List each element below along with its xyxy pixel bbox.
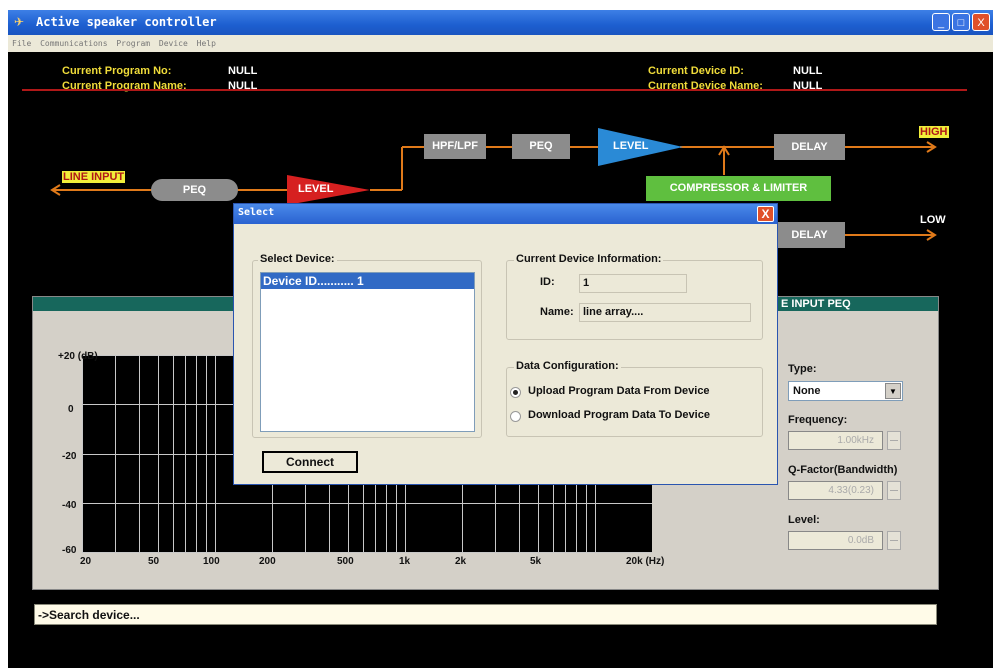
name-field: line array....	[579, 303, 751, 322]
x-label-100: 100	[203, 556, 220, 567]
download-option-label[interactable]: Download Program Data To Device	[528, 409, 710, 421]
type-select-value: None	[793, 385, 821, 397]
connect-button[interactable]: Connect	[262, 451, 358, 473]
type-label: Type:	[788, 363, 817, 375]
name-label: Name:	[540, 306, 574, 318]
q-factor-label: Q-Factor(Bandwidth)	[788, 464, 898, 476]
line-input-label: LINE INPUT	[62, 171, 126, 183]
upload-option-label[interactable]: Upload Program Data From Device	[528, 385, 710, 397]
q-factor-spinner[interactable]	[887, 481, 901, 500]
level-spinner[interactable]	[887, 531, 901, 550]
status-bar: ->Search device...	[34, 604, 937, 625]
y-label-minus40: -40	[62, 500, 77, 511]
level-input-block[interactable]: LEVEL	[298, 183, 333, 195]
peq-high-block[interactable]: PEQ	[512, 134, 570, 159]
upload-radio[interactable]	[510, 387, 521, 398]
delay-low-block[interactable]: DELAY	[774, 222, 845, 248]
q-factor-field[interactable]: 4.33(0.23)	[788, 481, 883, 500]
dialog-titlebar[interactable]: Select	[234, 204, 777, 224]
y-label-plus20: +20 (dB)	[58, 351, 98, 362]
y-label-0: 0	[68, 404, 74, 415]
level-field[interactable]: 0.0dB	[788, 531, 883, 550]
close-icon[interactable]: X	[757, 206, 774, 222]
dialog-title: Select	[238, 207, 275, 218]
peq-input-block[interactable]: PEQ	[151, 179, 238, 201]
frequency-field[interactable]: 1.00kHz	[788, 431, 883, 450]
select-device-label: Select Device:	[258, 253, 337, 265]
device-info-label: Current Device Information:	[514, 253, 664, 265]
chevron-down-icon[interactable]: ▼	[885, 383, 901, 399]
data-config-label: Data Configuration:	[514, 360, 621, 372]
select-dialog: Select X Select Device: Device ID.......…	[233, 203, 778, 485]
x-label-200: 200	[259, 556, 276, 567]
device-info-group	[506, 260, 763, 340]
list-item[interactable]: Device ID........... 1	[261, 273, 474, 289]
level-high-block[interactable]: LEVEL	[613, 140, 648, 152]
compressor-limiter-block[interactable]: COMPRESSOR & LIMITER	[646, 176, 831, 201]
x-label-1k: 1k	[399, 556, 411, 567]
download-radio[interactable]	[510, 411, 521, 422]
y-label-minus60: -60	[62, 545, 77, 556]
x-label-2k: 2k	[455, 556, 467, 567]
x-label-500: 500	[337, 556, 354, 567]
frequency-label: Frequency:	[788, 414, 848, 426]
frequency-spinner[interactable]	[887, 431, 901, 450]
x-label-5k: 5k	[530, 556, 542, 567]
peq-panel-title: E INPUT PEQ	[781, 298, 851, 310]
high-output-label: HIGH	[919, 126, 949, 138]
device-list[interactable]: Device ID........... 1	[260, 272, 475, 432]
id-field: 1	[579, 274, 687, 293]
x-label-20: 20	[80, 556, 92, 567]
hpf-lpf-block[interactable]: HPF/LPF	[424, 134, 486, 159]
type-select[interactable]: None ▼	[788, 381, 903, 401]
level-label: Level:	[788, 514, 820, 526]
id-label: ID:	[540, 276, 555, 288]
y-label-minus20: -20	[62, 451, 77, 462]
low-output-label: LOW	[920, 214, 946, 226]
x-label-50: 50	[148, 556, 160, 567]
data-config-group	[506, 367, 763, 437]
x-label-20k: 20k (Hz)	[626, 556, 665, 567]
delay-high-block[interactable]: DELAY	[774, 134, 845, 160]
